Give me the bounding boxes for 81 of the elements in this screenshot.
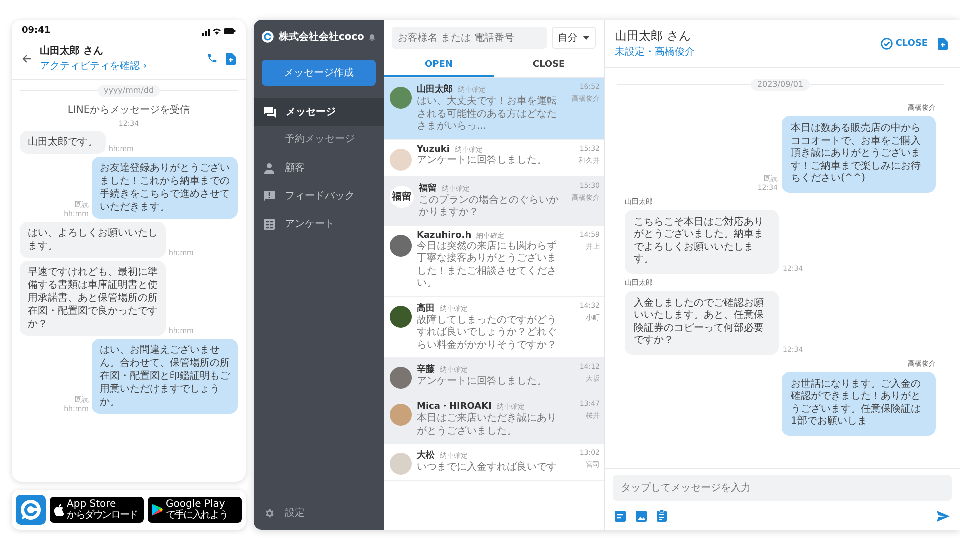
back-arrow-icon[interactable] [22,54,32,64]
avatar-photo-placeholder [390,87,412,109]
chat-icon [264,106,276,118]
tab[interactable]: CLOSE [494,54,604,77]
date-divider: yyyy/mm/dd [98,85,160,97]
customer-name: 高田 [417,302,435,314]
sidebar-item[interactable]: メッセージ [254,98,384,126]
message-bubble: こちらこそ本日はご対応ありがとうございました。納車までよろしくお願いいたします。 [625,210,779,274]
document-plus-icon[interactable] [226,52,236,64]
document-plus-icon[interactable] [938,38,948,50]
message-bubble: 早速ですけれども、最初に準備する書類は車庫証明書と使用承諾書、あと保管場所の所在図・配置図で良かったですか？ [20,261,166,336]
system-message: LINEからメッセージを受信 [66,104,192,117]
status-time: 09:41 [22,26,51,36]
sidebar-item[interactable]: アンケート [254,210,384,238]
app-logo-icon [16,495,46,525]
customer-name: Mica・HIROAKI [417,401,492,412]
avatar-photo-placeholder [390,306,412,328]
company-logo-icon [262,28,274,46]
badge-subtitle: からダウンロード [67,510,138,521]
customer-name: 辛藤 [417,363,435,376]
chat-subtitle: 未設定・高橋俊介 [615,46,696,59]
person-icon [264,162,275,174]
message-bubble: はい、お間違えございません。合わせて、保管場所の所在図・配置図と印鑑証明もご用意いただけますでしょうか。 [92,339,238,414]
compose-message-button[interactable]: メッセージ作成 [262,60,376,86]
avatar-photo-placeholder [390,148,412,170]
activity-link[interactable]: アクティビティを確認 › [40,59,199,73]
customer-name: 福留 [419,182,437,194]
message-preview: 故障してしまったのですがどうすれば良いでしょうか？どれぐらい料金がかかりそうですか？ [417,314,558,352]
message-bubble: 本日は数ある販売店の中からココオートで、お車をご購入頂き誠にありがとうございます！ご納車まで楽しみにお待ちください(^^) [782,116,936,192]
close-button[interactable]: CLOSE [880,38,928,50]
badge-title: App Store [67,499,118,510]
avatar-photo-placeholder [390,453,412,475]
message-bubble: お友達登録ありがとうございました！これから納車までの手続きをこちらで進めさせていただきます。 [92,157,238,219]
date-divider: 2023/09/01 [751,79,810,91]
message-preview: アンケートに回答しました。 [417,154,548,167]
avatar-photo-placeholder [390,234,412,256]
message-bubble: 入金しましたのでご確認お願いいたします。あと、任意保険証券のコピーって何部必要ですか？ [625,290,779,354]
chat-contact-name: 山田太郎 さん [615,28,692,45]
company-name: 株式会社会社coco [278,30,364,44]
message-input[interactable]: タップしてメッセージを入力 [613,475,952,501]
message-preview: いつまでに入金すれば良いです [417,462,558,474]
apple-icon [54,504,64,516]
check-circle-icon [880,38,893,50]
avatar-initials: 福留 [390,186,414,208]
phone-icon[interactable] [207,53,218,64]
store-badge[interactable]: Google Play で手に入れよう [148,497,242,523]
message-preview: アンケートに回答しました。 [417,376,548,388]
sidebar-subitem[interactable]: 予約メッセージ [254,126,384,154]
message-preview: はい、大丈夫です！お車を運転される可能性のある方はどなたさまがいらっ... [417,96,558,134]
avatar-photo-placeholder [390,404,412,426]
message-preview: 本日はご来店いただき誠にありがとうございました。 [417,413,558,438]
message-bubble: はい、よろしくお願いいたします。 [20,222,166,258]
settings-label[interactable]: 設定 [285,506,305,520]
template-icon[interactable] [615,510,626,522]
contact-name: 山田太郎 さん [40,44,104,58]
clipboard-icon[interactable] [657,510,667,522]
message-bubble: 山田太郎です。 [20,131,106,154]
search-field[interactable]: お客様名 または 電話番号 [392,27,547,49]
badge-title: Google Play [166,499,226,510]
message-preview: このプランの場合とのぐらいかかりますか？ [419,194,560,220]
filter-dropdown[interactable]: 自分 [552,27,596,49]
caret-icon [583,36,590,40]
store-badge[interactable]: App Store からダウンロード [50,497,144,523]
message-preview: 今日は突然の来店にも関わらず丁寧な接客ありがとうございました！またご相談させてください。 [417,240,558,290]
settings-icon[interactable] [264,508,275,518]
feedback-icon [264,190,275,202]
sidebar-item[interactable]: 顧客 [254,154,384,182]
send-icon[interactable] [937,510,950,522]
customer-name: Yuzuki [417,144,450,154]
message-bubble: お世話になります。ご入金の確認ができました！ありがとうございます。任意保険証は1部でお願いしま [782,372,936,436]
play-triangle-icon [152,504,163,516]
sidebar-item[interactable]: フィードバック [254,182,384,210]
customer-name: 山田太郎 [417,83,453,96]
survey-icon [264,218,275,230]
image-icon[interactable] [636,510,647,522]
bell-icon[interactable] [369,32,376,42]
signal-wifi-battery-icon [202,26,236,36]
avatar-photo-placeholder [390,367,412,389]
customer-name: Kazuhiro.h [417,230,472,240]
customer-name: 大松 [417,449,435,462]
badge-subtitle: で手に入れよう [166,510,228,521]
